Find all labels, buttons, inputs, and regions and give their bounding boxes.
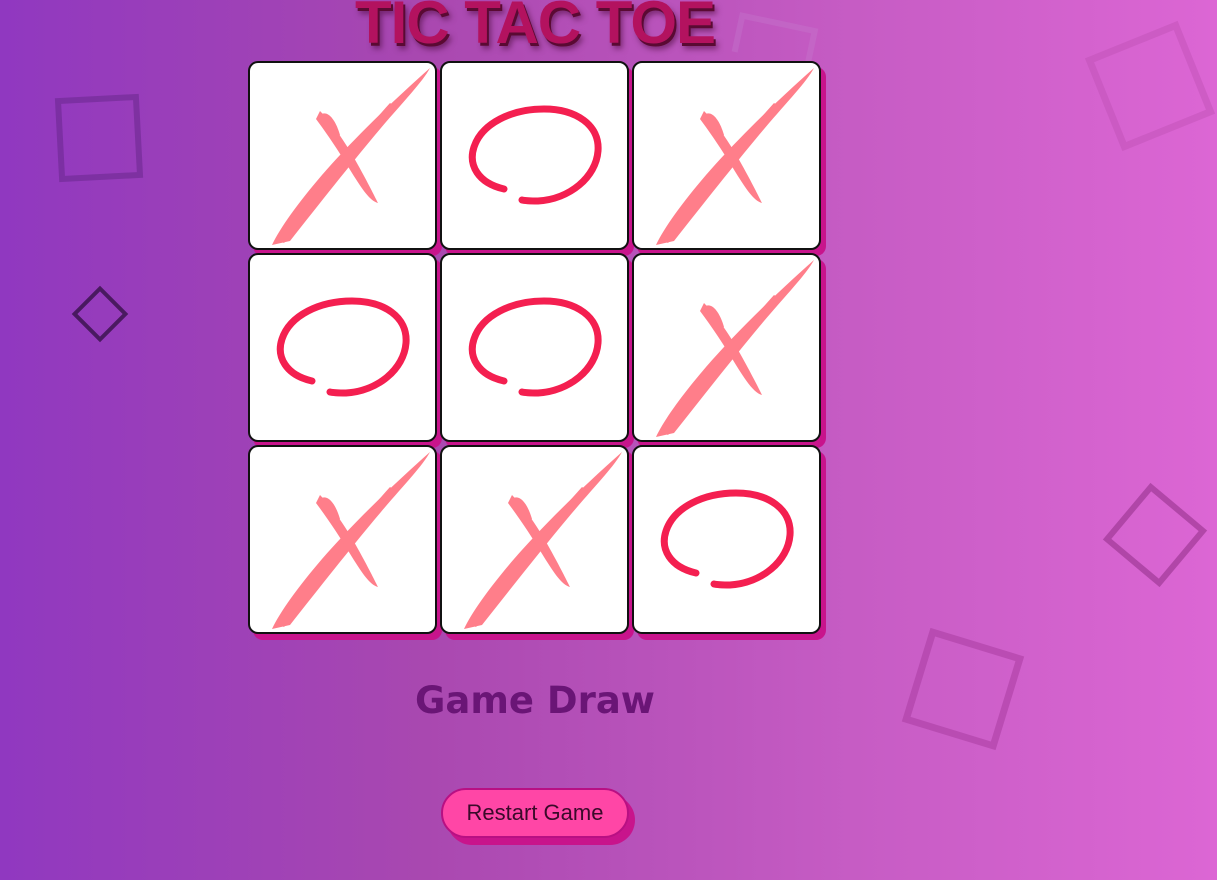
circle-o-icon (276, 297, 410, 397)
game-board (248, 61, 823, 636)
board-cell[interactable] (440, 253, 629, 442)
circle-o-icon (660, 489, 794, 589)
decorative-square (71, 285, 129, 343)
page-title: TIC TAC TOE (354, 0, 716, 56)
board-cell[interactable] (632, 253, 821, 442)
decorative-square (54, 93, 144, 183)
circle-o-icon (468, 297, 602, 397)
board-cell[interactable] (440, 61, 629, 250)
brush-x-icon (272, 68, 430, 245)
board-cell[interactable] (248, 61, 437, 250)
board-cell[interactable] (248, 253, 437, 442)
board-cell[interactable] (632, 445, 821, 634)
board-cell[interactable] (440, 445, 629, 634)
board-cell[interactable] (632, 61, 821, 250)
game-status: Game Draw (415, 679, 655, 722)
brush-x-icon (272, 452, 430, 629)
brush-x-icon (656, 260, 814, 437)
restart-button[interactable]: Restart Game (441, 788, 629, 838)
decorative-square (1084, 20, 1216, 152)
decorative-square (1102, 482, 1208, 588)
brush-x-icon (656, 68, 814, 245)
board-cell[interactable] (248, 445, 437, 634)
circle-o-icon (468, 105, 602, 205)
brush-x-icon (464, 452, 622, 629)
